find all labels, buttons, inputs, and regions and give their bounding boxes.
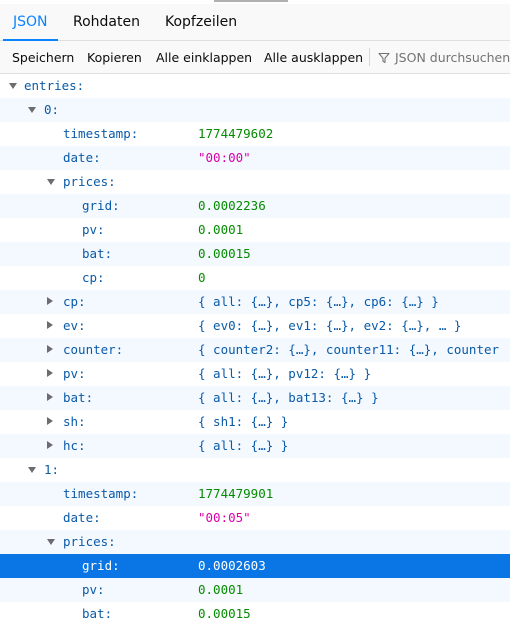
- collapsed-twisty-icon[interactable]: [47, 345, 53, 353]
- tree-value: { all: {…}, pv12: {…} }: [198, 366, 372, 381]
- tree-key: date:: [63, 510, 101, 525]
- viewer-tabs: JSON Rohdaten Kopfzeilen: [0, 4, 510, 41]
- tree-value: 0.00015: [198, 246, 251, 261]
- collapsed-twisty-icon[interactable]: [47, 441, 53, 449]
- expand-all-button[interactable]: Alle ausklappen: [264, 41, 363, 73]
- tree-key: hc:: [63, 438, 86, 453]
- tree-value: 0.0001: [198, 222, 244, 237]
- tree-key: pv:: [63, 366, 86, 381]
- tree-row[interactable]: counter: { counter2: {…}, counter11: {…},…: [0, 338, 510, 362]
- tree-key: date:: [63, 150, 101, 165]
- json-tree: entries: 0: timestamp: 1774479602 date: "00:0…: [0, 74, 510, 619]
- tree-key: bat:: [82, 606, 113, 619]
- tree-row[interactable]: sh: { sh1: {…} }: [0, 410, 510, 434]
- tree-key: grid:: [82, 198, 120, 213]
- collapse-all-button[interactable]: Alle einklappen: [156, 41, 252, 73]
- tree-row[interactable]: date: "00:05": [0, 506, 510, 530]
- expanded-twisty-icon[interactable]: [47, 539, 55, 545]
- tree-value: { all: {…} }: [198, 438, 289, 453]
- tree-key: pv:: [82, 582, 105, 597]
- tree-key: ev:: [63, 318, 86, 333]
- tree-value: 1774479901: [198, 486, 274, 501]
- tree-value: 0: [198, 270, 206, 285]
- tree-key: bat:: [82, 246, 113, 261]
- tree-row[interactable]: 1:: [0, 458, 510, 482]
- filter-icon: [378, 52, 390, 64]
- tree-row[interactable]: entries:: [0, 74, 510, 98]
- tree-row[interactable]: ev: { ev0: {…}, ev1: {…}, ev2: {…}, … }: [0, 314, 510, 338]
- tree-value: 0.0001: [198, 582, 244, 597]
- window-title-fragment: [214, 0, 288, 2]
- tree-row[interactable]: date: "00:00": [0, 146, 510, 170]
- tree-value: { sh1: {…} }: [198, 414, 289, 429]
- tree-key: grid:: [82, 558, 120, 573]
- copy-button[interactable]: Kopieren: [87, 41, 142, 73]
- tree-value: { counter2: {…}, counter11: {…}, counter: [198, 342, 500, 357]
- json-filter-input[interactable]: JSON durchsuchen: [378, 41, 510, 73]
- tree-row[interactable]: grid: 0.0002603: [0, 554, 510, 578]
- tree-row[interactable]: 0:: [0, 98, 510, 122]
- tree-key: prices:: [63, 174, 116, 189]
- tree-row[interactable]: hc: { all: {…} }: [0, 434, 510, 458]
- expanded-twisty-icon[interactable]: [9, 83, 17, 89]
- tree-row[interactable]: grid: 0.0002236: [0, 194, 510, 218]
- tree-row[interactable]: pv: 0.0001: [0, 578, 510, 602]
- tree-row[interactable]: timestamp: 1774479901: [0, 482, 510, 506]
- tree-value: { all: {…}, cp5: {…}, cp6: {…} }: [198, 294, 439, 309]
- tree-key: 0:: [44, 102, 60, 117]
- tree-key: sh:: [63, 414, 86, 429]
- tree-value: "00:00": [198, 150, 251, 165]
- tree-row[interactable]: cp: { all: {…}, cp5: {…}, cp6: {…} }: [0, 290, 510, 314]
- tree-key: cp:: [63, 294, 86, 309]
- tree-row[interactable]: bat: { all: {…}, bat13: {…} }: [0, 386, 510, 410]
- toolbar-divider: [369, 48, 370, 66]
- tree-row[interactable]: bat: 0.00015: [0, 242, 510, 266]
- tree-key: counter:: [63, 342, 124, 357]
- tree-key: timestamp:: [63, 126, 139, 141]
- tree-key: entries:: [24, 78, 85, 93]
- tree-value: 0.00015: [198, 606, 251, 619]
- tab-json[interactable]: JSON: [3, 4, 57, 41]
- tree-row[interactable]: pv: 0.0001: [0, 218, 510, 242]
- expanded-twisty-icon[interactable]: [47, 179, 55, 185]
- tree-value: 0.0002236: [198, 198, 266, 213]
- json-toolbar: Speichern Kopieren Alle einklappen Alle …: [0, 41, 510, 74]
- tab-raw-data[interactable]: Rohdaten: [73, 4, 140, 40]
- tree-row[interactable]: prices:: [0, 170, 510, 194]
- collapsed-twisty-icon[interactable]: [47, 393, 53, 401]
- collapsed-twisty-icon[interactable]: [47, 297, 53, 305]
- tree-row[interactable]: cp: 0: [0, 266, 510, 290]
- tree-row[interactable]: pv: { all: {…}, pv12: {…} }: [0, 362, 510, 386]
- tree-value: 0.0002603: [198, 558, 266, 573]
- tree-key: prices:: [63, 534, 116, 549]
- expanded-twisty-icon[interactable]: [28, 467, 36, 473]
- tree-key: timestamp:: [63, 486, 139, 501]
- save-button[interactable]: Speichern: [12, 41, 74, 73]
- tree-key: pv:: [82, 222, 105, 237]
- tree-row[interactable]: prices:: [0, 530, 510, 554]
- tree-key: 1:: [44, 462, 60, 477]
- tree-value: 1774479602: [198, 126, 274, 141]
- tree-row[interactable]: bat: 0.00015: [0, 602, 510, 619]
- tree-value: { ev0: {…}, ev1: {…}, ev2: {…}, … }: [198, 318, 462, 333]
- collapsed-twisty-icon[interactable]: [47, 321, 53, 329]
- tree-value: { all: {…}, bat13: {…} }: [198, 390, 379, 405]
- tab-headers[interactable]: Kopfzeilen: [165, 4, 237, 40]
- expanded-twisty-icon[interactable]: [28, 107, 36, 113]
- collapsed-twisty-icon[interactable]: [47, 369, 53, 377]
- filter-placeholder: JSON durchsuchen: [395, 50, 510, 65]
- tree-row[interactable]: timestamp: 1774479602: [0, 122, 510, 146]
- tree-key: bat:: [63, 390, 94, 405]
- collapsed-twisty-icon[interactable]: [47, 417, 53, 425]
- tree-key: cp:: [82, 270, 105, 285]
- tree-value: "00:05": [198, 510, 251, 525]
